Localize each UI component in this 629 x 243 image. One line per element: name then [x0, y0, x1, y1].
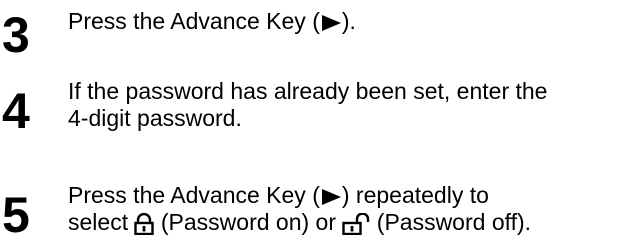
step-text: If the password has already been set, en… [68, 78, 547, 132]
step-text-after: ). [341, 8, 356, 34]
step-text: Press the Advance Key (). [68, 8, 356, 35]
step-number: 4 [2, 83, 30, 139]
select-label: select [68, 209, 135, 235]
lock-closed-icon [134, 212, 155, 235]
step-text-line-2: 4-digit password. [68, 105, 242, 131]
step-text-after: ) repeatedly to [341, 182, 489, 208]
step-number: 5 [2, 187, 30, 243]
step-text-line-1: If the password has already been set, en… [68, 78, 548, 104]
step-number: 3 [2, 7, 30, 63]
step-text-before: Press the Advance Key ( [68, 182, 320, 208]
password-on-label: (Password on) or [154, 209, 343, 235]
password-off-label: (Password off). [370, 209, 532, 235]
lock-open-icon [342, 212, 370, 235]
advance-key-icon [320, 14, 342, 32]
step-text-before: Press the Advance Key ( [68, 8, 320, 34]
advance-key-icon [320, 188, 342, 206]
step-text: Press the Advance Key ( ) repeatedly to s… [68, 182, 531, 236]
